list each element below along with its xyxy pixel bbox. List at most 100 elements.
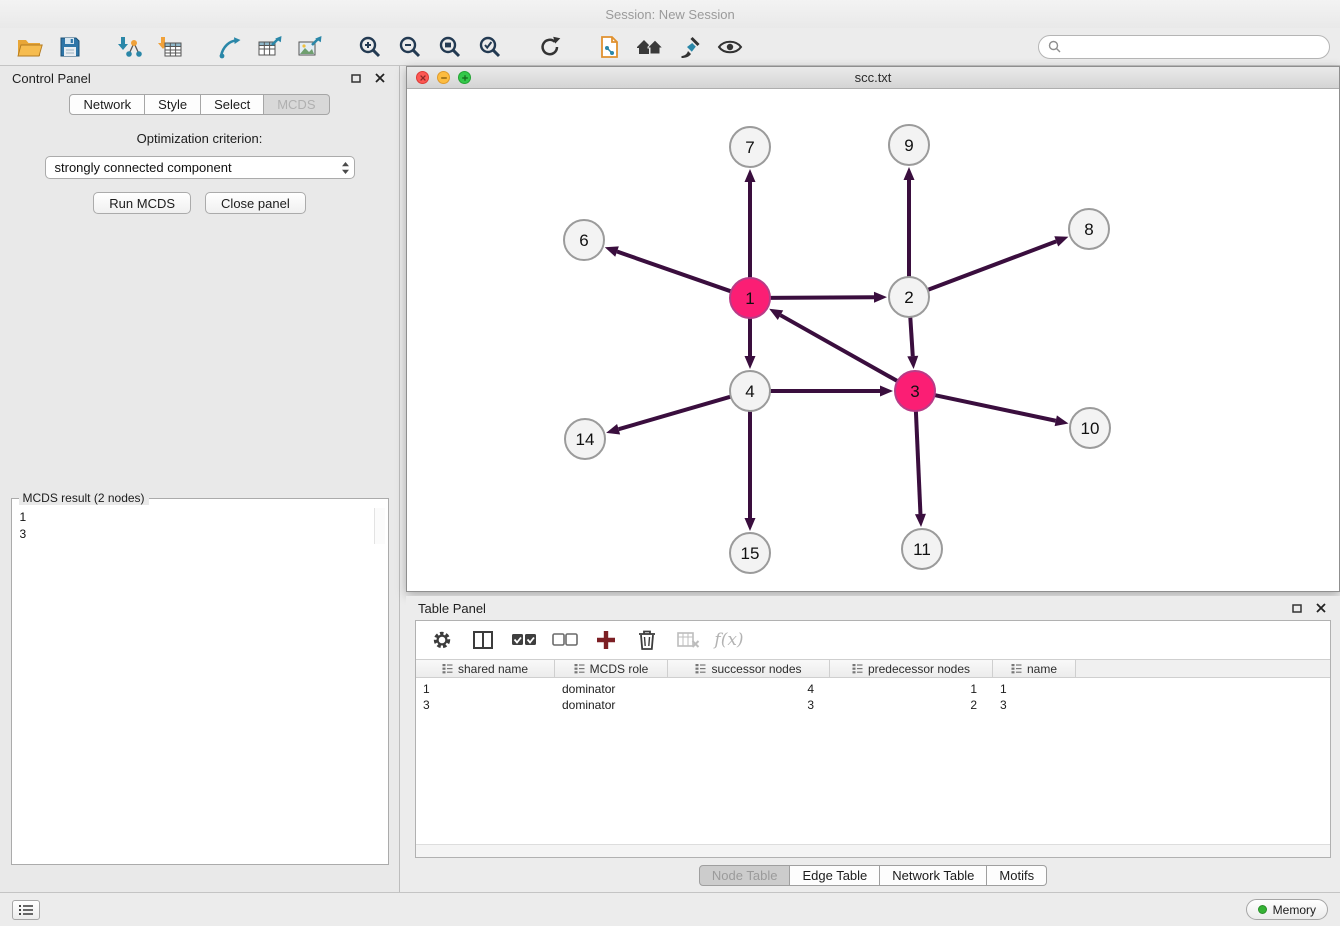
float-icon [1292,604,1302,613]
table-cell-name[interactable]: 1 [993,682,1076,696]
mcds-result-line: 1 [20,509,380,526]
close-icon [1316,603,1326,613]
table-cell-successor-nodes[interactable]: 3 [668,698,830,712]
deselect-all-button[interactable] [552,627,578,653]
panel-list-button[interactable] [12,900,40,920]
horizontal-scrollbar[interactable] [416,844,1330,857]
table-settings-button[interactable] [429,627,455,653]
column-header-shared-name[interactable]: shared name [416,660,555,677]
clipboard-network-button[interactable] [593,31,627,63]
import-table-button[interactable] [153,31,187,63]
select-all-button[interactable] [511,627,537,653]
run-mcds-button[interactable]: Run MCDS [93,192,191,214]
network-canvas[interactable]: 7968124314101511 [407,89,1339,591]
column-header-successor-nodes[interactable]: successor nodes [668,660,830,677]
refresh-icon [538,35,562,59]
window-close-button[interactable] [416,71,429,84]
save-session-button[interactable] [53,31,87,63]
tab-network-table[interactable]: Network Table [880,865,987,886]
graph-edge-2-3[interactable] [910,315,913,356]
graph-edge-2-8[interactable] [926,241,1056,290]
refresh-view-button[interactable] [533,31,567,63]
destroy-table-button[interactable] [675,627,701,653]
graph-node-label: 1 [745,289,754,308]
table-row[interactable]: 3dominator323 [416,697,1330,713]
column-header-name[interactable]: name [993,660,1076,677]
export-network-button[interactable] [213,31,247,63]
sort-icon [1011,663,1022,674]
table-cell-mcds-role[interactable]: dominator [555,698,668,712]
search-input[interactable] [1066,39,1320,54]
zoom-in-icon [358,35,382,59]
trash-icon [637,629,657,651]
show-graphics-button[interactable] [713,31,747,63]
floppy-disk-icon [58,35,82,59]
table-cell-successor-nodes[interactable]: 4 [668,682,830,696]
column-header-mcds-role[interactable]: MCDS role [555,660,668,677]
result-scrollbar[interactable] [374,508,385,544]
tab-mcds[interactable]: MCDS [264,94,329,115]
table-row[interactable]: 1dominator411 [416,681,1330,697]
tab-style[interactable]: Style [145,94,201,115]
graph-node-label: 8 [1084,220,1093,239]
tab-motifs[interactable]: Motifs [987,865,1047,886]
double-home-icon [636,35,664,59]
show-column-button[interactable] [470,627,496,653]
table-cell-name[interactable]: 3 [993,698,1076,712]
window-minimize-button[interactable] [437,71,450,84]
export-table-button[interactable] [253,31,287,63]
import-network-button[interactable] [113,31,147,63]
graph-node-label: 2 [904,288,913,307]
tab-select[interactable]: Select [201,94,264,115]
open-file-button[interactable] [13,31,47,63]
control-panel-tabs: NetworkStyleSelectMCDS [0,94,399,115]
graph-edge-3-1[interactable] [780,315,899,382]
graph-edge-3-10[interactable] [933,395,1056,421]
add-column-button[interactable] [593,627,619,653]
optimization-criterion-label: Optimization criterion: [137,131,263,146]
function-builder-button[interactable]: f(x) [716,627,742,653]
tab-edge-table[interactable]: Edge Table [790,865,880,886]
column-header-label: predecessor nodes [868,662,970,676]
tab-node-table[interactable]: Node Table [699,865,791,886]
minimize-glyph-icon [440,74,448,82]
graph-edge-1-2[interactable] [768,297,874,298]
close-table-panel-button[interactable] [1314,601,1328,615]
paintbrush-icon [678,35,702,59]
graph-node-label: 7 [745,138,754,157]
delete-column-button[interactable] [634,627,660,653]
tab-network[interactable]: Network [69,94,145,115]
apply-style-button[interactable] [673,31,707,63]
table-delete-icon [676,629,700,651]
export-image-button[interactable] [293,31,327,63]
table-cell-predecessor-nodes[interactable]: 2 [830,698,993,712]
criterion-dropdown[interactable]: strongly connected component [45,156,355,179]
graph-edge-3-11[interactable] [916,409,921,514]
zoom-in-button[interactable] [353,31,387,63]
table-body: 1dominator4113dominator323 [416,678,1330,844]
table-cell-predecessor-nodes[interactable]: 1 [830,682,993,696]
graph-edge-1-6[interactable] [617,252,733,293]
zoom-selected-button[interactable] [473,31,507,63]
graph-edge-4-14[interactable] [619,396,733,429]
sort-icon [574,663,585,674]
table-cell-shared-name[interactable]: 1 [416,682,555,696]
graph-edge-arrowhead [880,386,893,397]
float-panel-button[interactable] [349,71,363,85]
graph-node-label: 3 [910,382,919,401]
window-zoom-button[interactable] [458,71,471,84]
search-box[interactable] [1038,35,1330,59]
network-window-titlebar[interactable]: scc.txt [407,67,1339,89]
memory-button[interactable]: Memory [1246,899,1328,920]
network-overview-button[interactable] [633,31,667,63]
table-cell-shared-name[interactable]: 3 [416,698,555,712]
float-table-panel-button[interactable] [1290,601,1304,615]
close-glyph-icon [419,74,427,82]
main-toolbar [0,28,1340,66]
zoom-fit-button[interactable] [433,31,467,63]
zoom-out-button[interactable] [393,31,427,63]
close-panel-button[interactable]: Close panel [205,192,306,214]
table-cell-mcds-role[interactable]: dominator [555,682,668,696]
column-header-predecessor-nodes[interactable]: predecessor nodes [830,660,993,677]
close-panel-button-x[interactable] [373,71,387,85]
